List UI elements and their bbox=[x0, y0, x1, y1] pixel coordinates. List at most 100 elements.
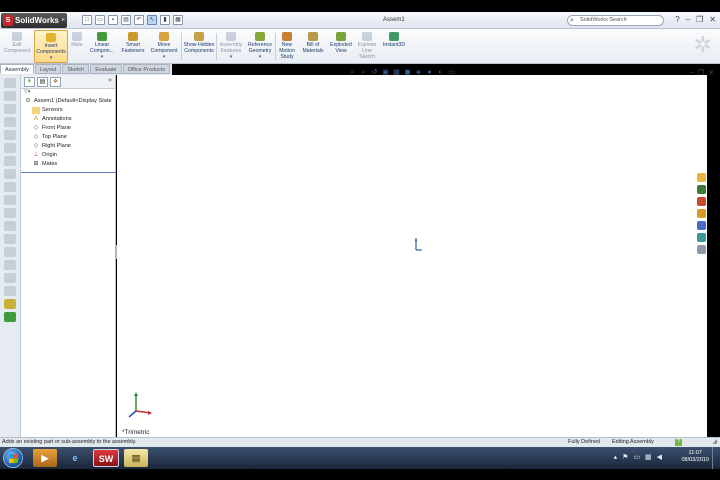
reference-geometry-button[interactable]: Reference Geometry ▾ bbox=[246, 30, 274, 63]
tool-icon[interactable] bbox=[4, 208, 16, 218]
insert-components-button[interactable]: Insert Components ▾ bbox=[34, 30, 68, 63]
new-motion-study-button[interactable]: New Motion Study bbox=[276, 30, 298, 63]
tool-icon[interactable] bbox=[4, 156, 16, 166]
view-orientation-icon[interactable]: ▦ bbox=[392, 68, 401, 77]
show-hidden-tray-icon[interactable]: ▴ bbox=[614, 453, 618, 461]
select-icon[interactable]: ↖ bbox=[147, 15, 157, 25]
chevron-down-icon[interactable]: ▾ bbox=[148, 54, 180, 60]
resize-grip-icon[interactable]: ◢ bbox=[712, 438, 717, 447]
tool-icon[interactable] bbox=[4, 91, 16, 101]
curve-tool-icon[interactable] bbox=[4, 312, 16, 322]
undo-icon[interactable]: ↶ bbox=[134, 15, 144, 25]
tree-item-front-plane[interactable]: ◇ Front Plane bbox=[24, 124, 115, 133]
volume-icon[interactable]: ◀ bbox=[657, 453, 662, 461]
tool-icon[interactable] bbox=[4, 143, 16, 153]
explode-line-sketch-button[interactable]: Explode Line Sketch bbox=[355, 30, 379, 63]
tool-icon[interactable] bbox=[4, 286, 16, 296]
search-results-icon[interactable] bbox=[696, 209, 706, 218]
tree-item-top-plane[interactable]: ◇ Top Plane bbox=[24, 133, 115, 142]
tab-layout[interactable]: Layout bbox=[34, 64, 62, 74]
apply-scene-icon[interactable]: ◐ bbox=[436, 68, 445, 77]
chevron-down-icon[interactable]: ▾ bbox=[87, 54, 117, 60]
tree-item-mates[interactable]: ⊞ Mates bbox=[24, 160, 115, 169]
save-icon[interactable]: ▪ bbox=[108, 15, 118, 25]
flag-icon[interactable]: ⚑ bbox=[622, 453, 628, 461]
graphics-area[interactable]: *Trimetric bbox=[117, 75, 707, 437]
tree-item-right-plane[interactable]: ◇ Right Plane bbox=[24, 142, 115, 151]
view-settings-icon[interactable]: ▭ bbox=[447, 68, 456, 77]
linear-component-pattern-button[interactable]: Linear Compon... ▾ bbox=[87, 30, 117, 63]
assembly-features-button[interactable]: Assembly Features ▾ bbox=[217, 30, 245, 63]
tool-icon[interactable] bbox=[4, 104, 16, 114]
smart-fasteners-button[interactable]: Smart Fasteners bbox=[118, 30, 148, 63]
network-icon[interactable]: ▦ bbox=[645, 453, 652, 461]
property-manager-icon[interactable]: ▤ bbox=[37, 77, 48, 87]
start-button[interactable] bbox=[3, 448, 23, 468]
section-view-icon[interactable]: ▣ bbox=[381, 68, 390, 77]
rollback-bar[interactable] bbox=[21, 172, 116, 173]
hide-show-items-icon[interactable]: ◈ bbox=[414, 68, 423, 77]
tool-icon[interactable] bbox=[4, 117, 16, 127]
search-input[interactable]: ⌕ SolidWorks Search bbox=[567, 15, 664, 26]
filter-icon[interactable]: ▽▾ bbox=[21, 89, 115, 97]
sketch-tool-icon[interactable] bbox=[4, 299, 16, 309]
media-player-icon[interactable]: ▶ bbox=[33, 449, 57, 467]
tool-icon[interactable] bbox=[4, 195, 16, 205]
resources-icon[interactable] bbox=[696, 173, 706, 182]
doc-restore-icon[interactable]: ❐ bbox=[698, 69, 704, 77]
chevron-down-icon[interactable]: ▾ bbox=[35, 55, 67, 61]
internet-explorer-icon[interactable]: e bbox=[63, 449, 87, 467]
solidworks-menu-button[interactable]: S SolidWorks ▸ bbox=[1, 13, 67, 28]
print-icon[interactable]: ▤ bbox=[121, 15, 131, 25]
quick-tips-icon[interactable]: ? bbox=[675, 439, 682, 446]
tool-icon[interactable] bbox=[4, 234, 16, 244]
zoom-to-area-icon[interactable]: ⌕ bbox=[359, 68, 368, 77]
chevron-down-icon[interactable]: ▾ bbox=[246, 54, 274, 60]
move-component-button[interactable]: Move Component ▾ bbox=[148, 30, 180, 63]
monitor-icon[interactable]: ▭ bbox=[633, 453, 640, 461]
doc-close-icon[interactable]: ✕ bbox=[708, 69, 714, 77]
tree-item-annotations[interactable]: A Annotations bbox=[24, 115, 115, 124]
tree-item-origin[interactable]: ⊥ Origin bbox=[24, 151, 115, 160]
tool-icon[interactable] bbox=[4, 169, 16, 179]
help-icon[interactable]: ? bbox=[675, 15, 679, 24]
tool-icon[interactable] bbox=[4, 260, 16, 270]
tool-icon[interactable] bbox=[4, 130, 16, 140]
instant3d-button[interactable]: Instant3D bbox=[380, 30, 408, 63]
custom-properties-icon[interactable] bbox=[696, 245, 706, 254]
close-icon[interactable]: ✕ bbox=[709, 15, 716, 24]
display-style-icon[interactable]: ◼ bbox=[403, 68, 412, 77]
chevron-down-icon[interactable]: ▾ bbox=[217, 54, 245, 60]
tool-icon[interactable] bbox=[4, 182, 16, 192]
restore-icon[interactable]: ❐ bbox=[696, 15, 703, 24]
doc-minimize-icon[interactable]: – bbox=[690, 69, 694, 77]
show-desktop-button[interactable] bbox=[712, 447, 720, 469]
tool-icon[interactable] bbox=[4, 78, 16, 88]
rebuild-icon[interactable]: ▮ bbox=[160, 15, 170, 25]
show-hidden-components-button[interactable]: Show Hidden Components bbox=[183, 30, 215, 63]
design-library-icon[interactable] bbox=[696, 185, 706, 194]
tab-evaluate[interactable]: Evaluate bbox=[90, 64, 122, 74]
appearances-icon[interactable] bbox=[696, 233, 706, 242]
exploded-view-button[interactable]: Exploded View bbox=[328, 30, 354, 63]
solidworks-taskbar-icon[interactable]: SW bbox=[93, 449, 119, 467]
tool-icon[interactable] bbox=[4, 247, 16, 257]
open-folder-icon[interactable]: ▭ bbox=[95, 15, 105, 25]
mate-button[interactable]: Mate bbox=[69, 30, 85, 63]
previous-view-icon[interactable]: ↺ bbox=[370, 68, 379, 77]
edit-appearance-icon[interactable]: ● bbox=[425, 68, 434, 77]
tab-office-products[interactable]: Office Products bbox=[122, 64, 171, 74]
minimize-icon[interactable]: – bbox=[686, 15, 690, 24]
tree-item-sensors[interactable]: Sensors bbox=[24, 106, 115, 115]
tree-root[interactable]: ⚙ Assem1 (Default<Display State bbox=[24, 97, 115, 106]
expand-chevron-icon[interactable]: » bbox=[108, 77, 112, 86]
tab-sketch[interactable]: Sketch bbox=[62, 64, 90, 74]
file-explorer-icon[interactable] bbox=[696, 197, 706, 206]
configuration-manager-icon[interactable]: ❖ bbox=[50, 77, 61, 87]
feature-tree-icon[interactable]: ⚘ bbox=[24, 77, 35, 87]
tool-icon[interactable] bbox=[4, 273, 16, 283]
edit-component-button[interactable]: Edit Component bbox=[2, 30, 32, 63]
new-document-icon[interactable]: □ bbox=[82, 15, 92, 25]
bill-of-materials-button[interactable]: Bill of Materials bbox=[299, 30, 327, 63]
zoom-to-fit-icon[interactable]: ⌕ bbox=[348, 68, 357, 77]
